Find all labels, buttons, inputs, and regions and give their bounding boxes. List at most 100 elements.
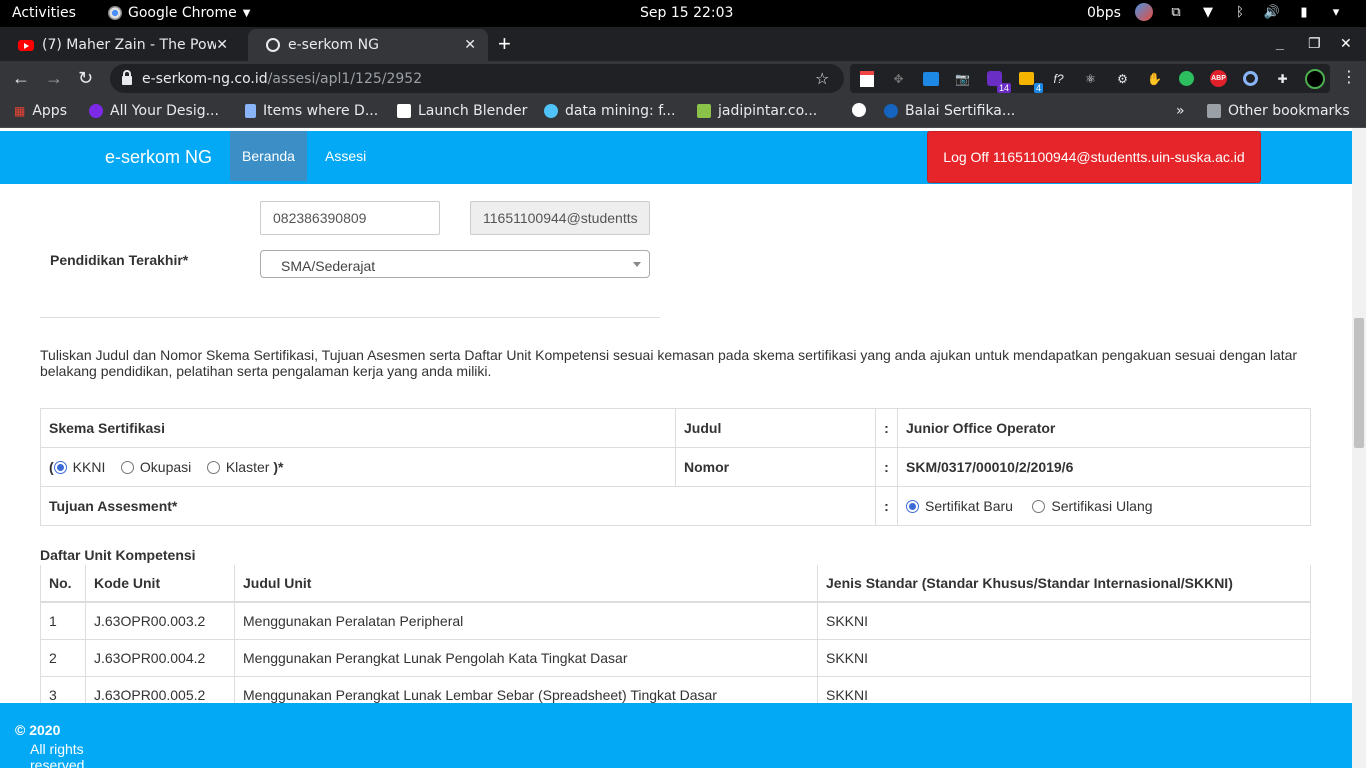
bookmark-canva[interactable]: All Your Desig... — [89, 103, 219, 119]
extension-badge: 4 — [1033, 82, 1043, 93]
reload-icon[interactable]: ↻ — [78, 68, 93, 89]
bookmark-label: All Your Desig... — [110, 103, 219, 119]
volume-icon[interactable]: 🔊 — [1263, 3, 1281, 21]
logoff-button[interactable]: Log Off 11651100944@studentts.uin-suska.… — [927, 131, 1261, 183]
move-extension-icon[interactable]: ✥ — [888, 70, 909, 88]
more-bookmarks-chevron-icon[interactable]: » — [1176, 103, 1185, 119]
judul-value: Junior Office Operator — [897, 408, 1311, 448]
bookmark-label: Items where D... — [263, 103, 379, 119]
evernote-extension-icon[interactable] — [1176, 70, 1197, 88]
unit-kompetensi-table: No. Kode Unit Judul Unit Jenis Standar (… — [40, 565, 1311, 714]
skema-type-radio-group: (KKNI Okupasi Klaster )* — [40, 447, 676, 487]
colon: : — [875, 447, 898, 487]
copyright-text: © 2020 All rights reserved. — [15, 722, 88, 768]
radio-kkni[interactable] — [53, 461, 67, 474]
wifi-icon[interactable]: ▼ — [1199, 3, 1217, 21]
camera-extension-icon[interactable]: 📷 — [952, 70, 973, 88]
tab-youtube[interactable]: (7) Maher Zain - The Powe ✕ — [0, 29, 240, 61]
close-icon[interactable]: ✕ — [464, 37, 476, 53]
profile-avatar-icon[interactable] — [1304, 68, 1325, 89]
back-arrow-icon[interactable]: ← — [12, 68, 30, 89]
column-header: Kode Unit — [85, 565, 235, 603]
activities-button[interactable]: Activities — [12, 5, 76, 21]
table-row: 1 J.63OPR00.003.2 Menggunakan Peralatan … — [40, 601, 1311, 640]
site-brand[interactable]: e-serkom NG — [105, 147, 212, 168]
bookmark-balai[interactable]: Balai Sertifika... — [884, 103, 1015, 119]
site-navbar: e-serkom NG Beranda Assesi Log Off 11651… — [0, 131, 1352, 184]
address-bar[interactable]: e-serkom-ng.co.id/assesi/apl1/125/2952 ☆ — [110, 64, 844, 93]
battery-icon[interactable]: ▮ — [1295, 3, 1313, 21]
table-cell: Menggunakan Peralatan Peripheral — [234, 601, 818, 640]
bookmark-data-mining[interactable]: data mining: f... — [544, 103, 675, 119]
more-menu-icon[interactable]: ⋮ — [1341, 67, 1357, 87]
app-menu[interactable]: Google Chrome ▼ — [108, 5, 250, 21]
bookmark-label: data mining: f... — [565, 103, 676, 119]
notification-avatar-icon[interactable] — [1135, 3, 1153, 21]
email-input[interactable]: 11651100944@studentts — [470, 201, 650, 235]
phone-input[interactable]: 082386390809 — [260, 201, 440, 235]
circle-extension-icon[interactable] — [1240, 70, 1261, 88]
power-menu-icon[interactable]: ▾ — [1327, 3, 1345, 21]
tab-strip: (7) Maher Zain - The Powe ✕ e-serkom NG … — [0, 27, 1366, 61]
radio-label: Sertifikasi Ulang — [1051, 498, 1153, 514]
instruction-text: Tuliskan Judul dan Nomor Skema Sertifika… — [40, 347, 1298, 379]
table-header-row: No. Kode Unit Judul Unit Jenis Standar (… — [40, 565, 1311, 603]
skema-row-judul: Skema Sertifikasi Judul : Junior Office … — [40, 408, 1311, 448]
skema-row-nomor: (KKNI Okupasi Klaster )* Nomor : SKM/031… — [40, 447, 1311, 487]
network-speed: 0bps — [1087, 5, 1121, 21]
maximize-icon[interactable]: ❐ — [1308, 35, 1321, 52]
table-row: 2 J.63OPR00.004.2 Menggunakan Perangkat … — [40, 638, 1311, 677]
lock-icon[interactable] — [122, 70, 132, 85]
radio-klaster[interactable] — [206, 461, 220, 474]
table-cell: 1 — [40, 601, 86, 640]
close-window-icon[interactable]: ✕ — [1340, 35, 1352, 52]
colon: : — [875, 486, 898, 526]
column-header: Judul Unit — [234, 565, 818, 603]
nav-assesi[interactable]: Assesi — [313, 131, 378, 181]
bookmark-globe[interactable] — [852, 103, 866, 117]
screen-share-icon[interactable]: ⧉ — [1167, 3, 1185, 21]
sheets-extension-icon[interactable] — [856, 70, 877, 88]
table-cell: SKKNI — [817, 601, 1311, 640]
url-path: /assesi/apl1/125/2952 — [267, 70, 423, 87]
pendidikan-label: Pendidikan Terakhir* — [50, 252, 189, 268]
bookmark-other[interactable]: Other bookmarks — [1207, 103, 1350, 119]
hand-extension-icon[interactable]: ✋ — [1144, 70, 1165, 88]
pendidikan-select[interactable]: SMA/Sederajat — [260, 250, 650, 278]
puzzle-extensions-icon[interactable]: ✚ — [1272, 70, 1293, 88]
react-extension-icon[interactable]: ⚛ — [1080, 70, 1101, 88]
judul-label: Judul — [675, 408, 876, 448]
page-scrollbar[interactable] — [1352, 128, 1366, 768]
radio-okupasi[interactable] — [120, 461, 134, 474]
screen-capture-extension-icon[interactable] — [920, 70, 941, 88]
minimize-icon[interactable]: _ — [1276, 35, 1284, 51]
radio-sertifikasi-ulang[interactable] — [1032, 500, 1046, 513]
system-tray[interactable]: ⧉ ▼ ᛒ 🔊 ▮ ▾ — [1135, 3, 1345, 21]
clock[interactable]: Sep 15 22:03 — [640, 5, 733, 21]
function-extension-icon[interactable]: f? — [1048, 70, 1069, 88]
radio-sertifikat-baru[interactable] — [906, 500, 919, 513]
bookmark-items[interactable]: Items where D... — [245, 103, 378, 119]
tab-title: (7) Maher Zain - The Powe — [42, 37, 217, 53]
bookmark-label: Apps — [32, 103, 67, 119]
bookmark-apps[interactable]: ▦ Apps — [14, 103, 67, 119]
folder-icon — [1207, 104, 1221, 118]
purple-extension-icon[interactable]: 14 — [984, 70, 1011, 93]
ut-icon — [397, 104, 411, 118]
gear-extension-icon[interactable]: ⚙ — [1112, 70, 1133, 88]
forward-arrow-icon[interactable]: → — [45, 68, 63, 89]
nav-beranda[interactable]: Beranda — [230, 131, 307, 181]
bookmark-star-icon[interactable]: ☆ — [815, 69, 829, 88]
new-tab-icon[interactable]: + — [498, 33, 511, 55]
bookmark-blender[interactable]: Launch Blender — [397, 103, 527, 119]
bookmark-jadipintar[interactable]: jadipintar.co... — [697, 103, 817, 119]
scrollbar-thumb[interactable] — [1354, 318, 1364, 448]
adblock-extension-icon[interactable]: ABP — [1208, 70, 1229, 88]
tujuan-label: Tujuan Assesment* — [40, 486, 876, 526]
colon: : — [875, 408, 898, 448]
table-cell: J.63OPR00.004.2 — [85, 638, 235, 677]
tab-eserkom[interactable]: e-serkom NG ✕ — [248, 29, 488, 61]
tag-extension-icon[interactable]: 4 — [1016, 70, 1043, 93]
close-icon[interactable]: ✕ — [216, 37, 228, 53]
bluetooth-icon[interactable]: ᛒ — [1231, 3, 1249, 21]
